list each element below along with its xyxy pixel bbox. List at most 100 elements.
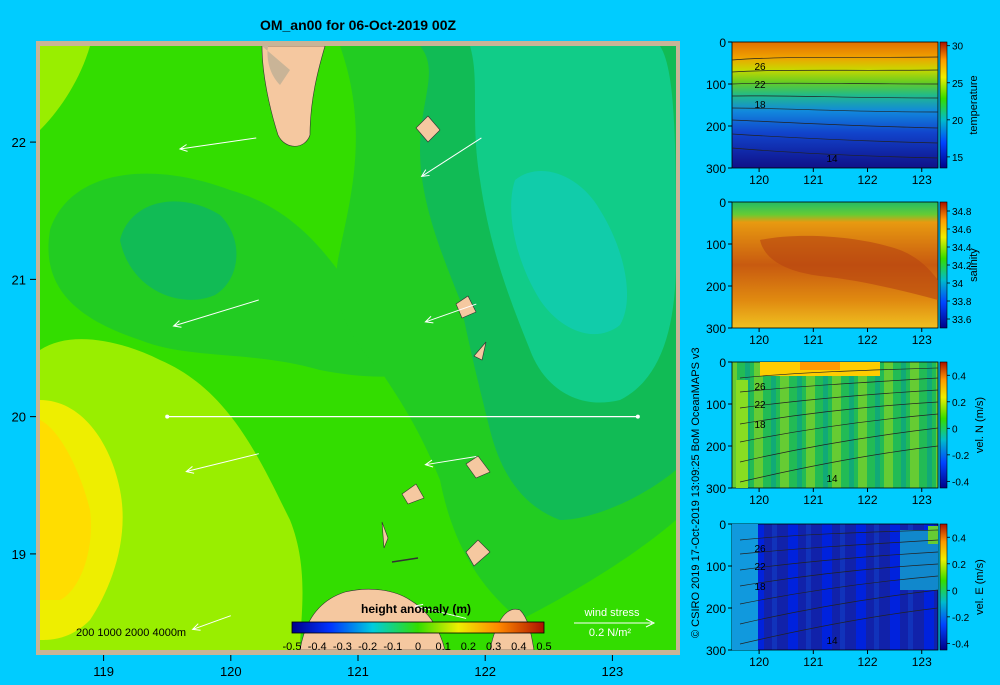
section-colorbar-tick-label: 34.4: [952, 243, 972, 254]
ocean-forecast-figure: OM_an00 for 06-Oct-2019 00Z 119 120 121 122…: [0, 0, 1000, 680]
section-colorbar-tick-label: 34.6: [952, 225, 972, 236]
section-y-tick-label: 200: [706, 120, 726, 134]
map-colorbar-tick-label: 0.4: [511, 641, 526, 653]
map-colorbar-title: height anomaly (m): [361, 602, 471, 616]
section-y-tick-label: 300: [706, 644, 726, 658]
section-contour-label: 26: [754, 544, 766, 555]
map-colorbar-tick-label: -0.1: [383, 641, 402, 653]
section-contour-label: 18: [754, 100, 766, 111]
section-x-tick-label: 122: [858, 173, 878, 187]
section-y-tick-label: 0: [719, 196, 726, 210]
section-contour-label: 22: [754, 400, 766, 411]
section-x-tick-label: 120: [749, 493, 769, 507]
section-x-tick-label: 121: [803, 493, 823, 507]
map-x-tick-label: 120: [220, 664, 242, 679]
section-y-tick-label: 300: [706, 322, 726, 336]
section-y-tick-label: 100: [706, 398, 726, 412]
section-y-tick-label: 300: [706, 162, 726, 176]
wind-stress-title: wind stress: [583, 607, 640, 619]
section-colorbar-tick-label: 20: [952, 116, 964, 127]
section-colorbar-tick-label: 25: [952, 79, 964, 90]
transect-start-marker: [165, 414, 170, 419]
section-x-tick-label: 120: [749, 173, 769, 187]
map-y-tick-label: 19: [12, 547, 26, 562]
section-colorbar-tick-label: 33.6: [952, 315, 972, 326]
section-y-tick-label: 200: [706, 602, 726, 616]
section-contour-label: 22: [754, 562, 766, 573]
section-contour-label: 14: [826, 636, 838, 647]
velocity-east-colorbar-label: vel. E (m/s): [974, 559, 986, 615]
map-title: OM_an00 for 06-Oct-2019 00Z: [260, 17, 457, 33]
section-contour-label: 14: [826, 154, 838, 165]
section-y-tick-label: 200: [706, 280, 726, 294]
section-x-tick-label: 123: [912, 655, 932, 669]
map-colorbar-tick-label: 0.5: [536, 641, 551, 653]
map-x-tick-label: 122: [474, 664, 496, 679]
transect-end-marker: [635, 414, 640, 419]
map-colorbar-tick-label: 0.1: [436, 641, 451, 653]
section-colorbar-tick-label: 0.4: [952, 371, 966, 382]
section-x-tick-label: 122: [858, 493, 878, 507]
figure-canvas: OM_an00 for 06-Oct-2019 00Z 119 120 121 122…: [12, 17, 986, 679]
section-colorbar-tick-label: 30: [952, 42, 964, 53]
map-colorbar-tick-label: -0.5: [283, 641, 302, 653]
map-x-tick-label: 119: [93, 664, 114, 679]
section-x-tick-label: 122: [858, 333, 878, 347]
section-colorbar-tick-label: -0.4: [952, 477, 970, 488]
section-y-tick-label: 0: [719, 36, 726, 50]
velocity-north-colorbar-label: vel. N (m/s): [974, 397, 986, 453]
section-x-tick-label: 121: [803, 173, 823, 187]
map-y-tick-label: 20: [12, 410, 26, 425]
salinity-section-panel: salinity: [731, 201, 980, 329]
section-colorbar-tick-label: -0.2: [952, 613, 970, 624]
section-x-tick-label: 120: [749, 655, 769, 669]
section-y-tick-label: 100: [706, 238, 726, 252]
section-colorbar-tick-label: 0.4: [952, 533, 966, 544]
map-colorbar-tick-label: -0.2: [358, 641, 377, 653]
section-contour-label: 18: [754, 420, 766, 431]
section-colorbar-tick-label: -0.4: [952, 639, 970, 650]
section-contour-label: 22: [754, 80, 766, 91]
section-contour-label: 26: [754, 62, 766, 73]
section-y-tick-label: 0: [719, 356, 726, 370]
section-x-tick-label: 123: [912, 173, 932, 187]
section-colorbar-tick-label: 15: [952, 153, 964, 164]
section-colorbar-tick-label: 34.8: [952, 207, 972, 218]
temperature-colorbar-label: temperature: [968, 75, 980, 134]
section-colorbar-tick-label: -0.2: [952, 451, 970, 462]
map-field: [40, 46, 676, 650]
section-x-tick-label: 123: [912, 333, 932, 347]
section-contour-label: 26: [754, 382, 766, 393]
map-colorbar-tick-label: 0.3: [486, 641, 501, 653]
temperature-section-panel: temperature: [731, 41, 980, 169]
section-y-tick-label: 100: [706, 560, 726, 574]
section-colorbar-tick-label: 0: [952, 586, 958, 597]
section-x-tick-label: 121: [803, 655, 823, 669]
map-x-tick-label: 121: [347, 664, 369, 679]
section-y-tick-label: 100: [706, 78, 726, 92]
section-x-tick-label: 121: [803, 333, 823, 347]
velocity-east-section-panel: vel. E (m/s): [731, 523, 986, 651]
section-y-tick-label: 200: [706, 440, 726, 454]
section-y-tick-label: 0: [719, 518, 726, 532]
map-colorbar-tick-label: 0: [415, 641, 421, 653]
section-colorbar-tick-label: 0.2: [952, 398, 966, 409]
section-colorbar-tick-label: 0.2: [952, 560, 966, 571]
section-colorbar-tick-label: 0: [952, 424, 958, 435]
section-colorbar-tick-label: 34.2: [952, 261, 972, 272]
map-colorbar-tick-label: -0.4: [308, 641, 327, 653]
credit-text: © CSIRO 2019 17-Oct-2019 13:09:25 BoM Oc…: [690, 347, 702, 638]
map-colorbar: [291, 621, 545, 634]
section-contour-label: 14: [826, 474, 838, 485]
map-colorbar-tick-label: -0.3: [333, 641, 352, 653]
map-y-tick-label: 21: [12, 272, 26, 287]
section-y-tick-label: 300: [706, 482, 726, 496]
section-x-tick-label: 122: [858, 655, 878, 669]
map-x-tick-label: 123: [602, 664, 624, 679]
section-x-tick-label: 120: [749, 333, 769, 347]
wind-stress-scale-label: 0.2 N/m²: [589, 627, 632, 639]
section-x-tick-label: 123: [912, 493, 932, 507]
map-colorbar-ticks: -0.5 -0.4 -0.3 -0.2 -0.1 0 0.1 0.2 0.3 0.4 0.5: [283, 641, 552, 653]
bathymetry-legend: 200 1000 2000 4000m: [76, 627, 186, 639]
map-y-tick-label: 22: [12, 135, 26, 150]
